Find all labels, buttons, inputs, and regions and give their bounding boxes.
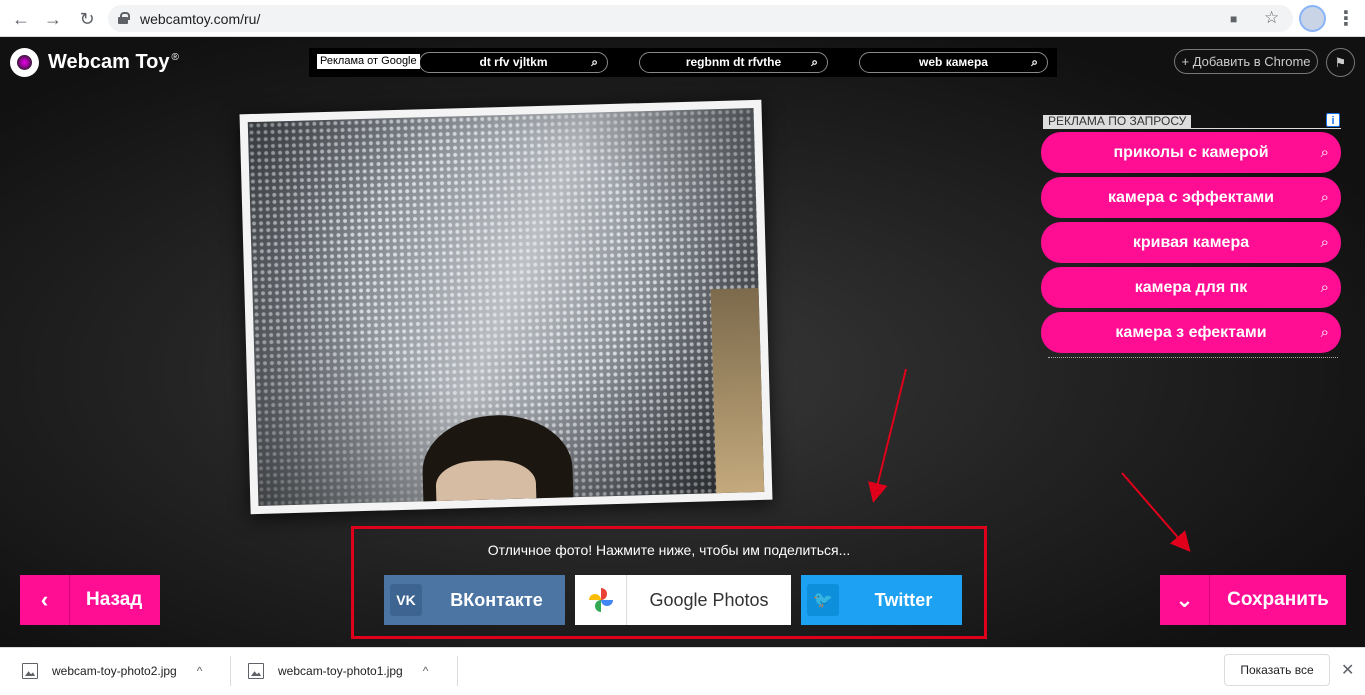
image-file-icon xyxy=(248,663,264,679)
image-file-icon xyxy=(22,663,38,679)
search-icon: ⌕ xyxy=(1320,144,1329,161)
ads-divider xyxy=(1043,128,1341,129)
back-arrow-icon[interactable]: ← xyxy=(10,8,32,30)
top-ad-pill-3[interactable]: web камера ⌕ xyxy=(859,52,1048,73)
close-icon[interactable]: ✕ xyxy=(1341,660,1354,680)
chevron-left-icon: ‹ xyxy=(20,575,70,625)
top-ad-pill-label: dt rfv vjltkm xyxy=(479,55,548,69)
annotation-arrow-save xyxy=(1121,472,1191,553)
download-shelf: webcam-toy-photo2.jpg ^ webcam-toy-photo… xyxy=(0,647,1365,695)
search-icon: ⌕ xyxy=(1320,324,1329,341)
search-icon: ⌕ xyxy=(811,55,818,69)
search-icon: ⌕ xyxy=(1031,55,1038,69)
vk-label: ВКонтакте xyxy=(450,589,543,610)
side-ad-item[interactable]: приколы с камерой ⌕ xyxy=(1041,132,1341,173)
browser-menu-icon[interactable]: ⋮ xyxy=(1336,9,1356,29)
side-ad-label: приколы с камерой xyxy=(1113,144,1269,161)
download-item[interactable]: webcam-toy-photo1.jpg ^ xyxy=(248,648,428,694)
twitter-label: Twitter xyxy=(874,589,933,610)
search-icon: ⌕ xyxy=(1320,279,1329,296)
camera-icon[interactable]: ■ xyxy=(1230,12,1237,26)
top-ad-pill-label: web камера xyxy=(919,55,988,69)
chevron-down-icon: ⌄ xyxy=(1160,575,1210,625)
google-ad-label[interactable]: Реклама от Google xyxy=(317,54,420,69)
logo-text: Webcam Toy xyxy=(48,50,170,73)
download-filename: webcam-toy-photo1.jpg xyxy=(278,664,403,678)
side-ad-label: кривая камера xyxy=(1132,234,1250,251)
share-message: Отличное фото! Нажмите ниже, чтобы им по… xyxy=(487,542,851,558)
share-google-photos-button[interactable]: Google Photos xyxy=(575,575,791,625)
address-bar[interactable]: webcamtoy.com/ru/ ■ ☆ xyxy=(108,5,1293,32)
back-label: Назад xyxy=(86,589,143,610)
side-ad-label: камера для пк xyxy=(1134,279,1248,296)
lock-icon xyxy=(118,12,130,24)
chevron-up-icon[interactable]: ^ xyxy=(423,664,429,678)
top-ad-pill-2[interactable]: regbnm dt rfvthe ⌕ xyxy=(639,52,828,73)
back-button[interactable]: ‹ Назад xyxy=(20,575,160,625)
profile-avatar[interactable] xyxy=(1299,5,1326,32)
reload-icon[interactable]: ↻ xyxy=(76,8,98,30)
registered-mark: ® xyxy=(171,51,179,63)
annotation-arrow-share xyxy=(868,368,907,503)
side-ad-label: камера с эффектами xyxy=(1107,189,1275,206)
download-filename: webcam-toy-photo2.jpg xyxy=(52,664,177,678)
twitter-bird-icon: 🐦 xyxy=(807,584,839,616)
photo-image xyxy=(247,108,765,506)
browser-toolbar: ← → ↻ webcamtoy.com/ru/ ■ ☆ ⋮ xyxy=(0,0,1365,37)
add-to-chrome-button[interactable]: + Добавить в Chrome xyxy=(1174,49,1318,74)
side-ad-label: камера з ефектами xyxy=(1115,324,1267,341)
site-logo[interactable]: Webcam Toy ® xyxy=(10,47,179,77)
forward-arrow-icon[interactable]: → xyxy=(42,8,64,30)
search-icon: ⌕ xyxy=(591,55,598,69)
search-icon: ⌕ xyxy=(1320,234,1329,251)
side-ad-item[interactable]: камера з ефектами ⌕ xyxy=(1041,312,1341,353)
search-icon: ⌕ xyxy=(1320,189,1329,206)
side-ad-item[interactable]: камера с эффектами ⌕ xyxy=(1041,177,1341,218)
ads-bottom-divider xyxy=(1048,357,1338,358)
ads-header: РЕКЛАМА ПО ЗАПРОСУ xyxy=(1043,115,1192,128)
webcamtoy-page: Webcam Toy ® Реклама от Google dt rfv vjl… xyxy=(0,37,1365,647)
download-item[interactable]: webcam-toy-photo2.jpg ^ xyxy=(22,648,202,694)
google-photos-label: Google Photos xyxy=(649,589,769,610)
google-photos-icon xyxy=(575,575,627,625)
flag-icon[interactable]: ⚑ xyxy=(1326,48,1355,77)
side-ad-item[interactable]: кривая камера ⌕ xyxy=(1041,222,1341,263)
share-vk-button[interactable]: VK ВКонтакте xyxy=(384,575,565,625)
chevron-up-icon[interactable]: ^ xyxy=(197,664,203,678)
url-text: webcamtoy.com/ru/ xyxy=(140,11,261,27)
side-ad-item[interactable]: камера для пк ⌕ xyxy=(1041,267,1341,308)
top-ad-pill-label: regbnm dt rfvthe xyxy=(685,55,782,69)
bookmark-star-icon[interactable]: ☆ xyxy=(1264,8,1279,28)
top-ad-pill-1[interactable]: dt rfv vjltkm ⌕ xyxy=(419,52,608,73)
webcam-logo-icon xyxy=(10,47,39,77)
share-twitter-button[interactable]: 🐦 Twitter xyxy=(801,575,962,625)
save-button[interactable]: ⌄ Сохранить xyxy=(1160,575,1346,625)
captured-photo xyxy=(239,99,773,515)
save-label: Сохранить xyxy=(1227,589,1329,610)
vk-icon: VK xyxy=(390,584,422,616)
show-all-downloads-button[interactable]: Показать все xyxy=(1224,654,1330,686)
ad-info-icon[interactable]: i xyxy=(1326,113,1340,127)
